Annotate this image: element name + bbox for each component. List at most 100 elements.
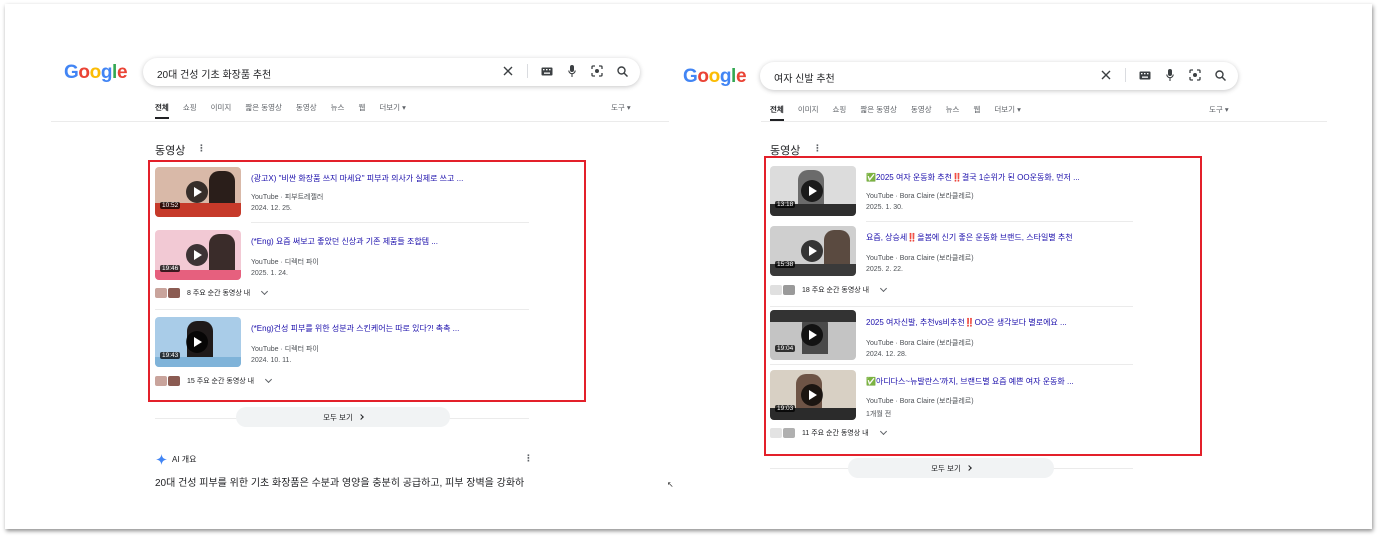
video-thumbnail[interactable]: 10:52 — [155, 167, 241, 217]
video-date: 2025. 1. 30. — [866, 204, 903, 211]
tab-more-label: 더보기 — [379, 103, 401, 112]
lens-icon[interactable] — [591, 64, 603, 78]
video-title[interactable]: (*Eng) 요즘 써보고 좋았던 신상과 기존 제품들 조합템 ... — [251, 236, 438, 247]
tabs-divider — [761, 121, 1327, 122]
chevron-down-icon — [261, 287, 269, 296]
key-moments-toggle[interactable]: 8 주요 순간 동영상 내 — [155, 287, 269, 298]
search-box[interactable]: 20대 건성 기초 화장품 추천 — [143, 58, 640, 86]
tab-short-videos[interactable]: 짧은 동영상 — [245, 102, 282, 119]
microphone-icon[interactable] — [1164, 68, 1176, 82]
clear-icon[interactable] — [1100, 68, 1112, 82]
tab-videos[interactable]: 동영상 — [296, 102, 317, 119]
video-thumbnail[interactable]: 19:46 — [155, 230, 241, 280]
video-title[interactable]: (광고X) "비싼 화장품 쓰지 마세요" 피부과 의사가 실제로 쓰고 ... — [251, 173, 463, 184]
divider — [527, 64, 528, 78]
tab-all[interactable]: 전체 — [770, 104, 784, 121]
keyboard-icon[interactable] — [541, 64, 553, 78]
video-duration: 10:52 — [160, 202, 181, 209]
tools-menu[interactable]: 도구 ▾ — [611, 102, 631, 113]
key-moments-label: 11 주요 순간 동영상 내 — [802, 430, 869, 437]
video-source: YouTube · Bora Claire (보라클레르) — [866, 255, 974, 262]
view-all-button[interactable]: 모두 보기 — [848, 458, 1054, 478]
play-icon — [801, 240, 823, 262]
search-query[interactable]: 여자 신발 추천 — [774, 70, 835, 85]
view-all-button[interactable]: 모두 보기 — [236, 407, 450, 427]
video-title[interactable]: ✅아디다스~뉴발란스'까지, 브랜드별 요즘 예쁜 여자 운동화 ... — [866, 376, 1074, 387]
sparkle-icon — [155, 452, 167, 466]
search-tabs: 전체 쇼핑 이미지 짧은 동영상 동영상 뉴스 웹 더보기 ▾ — [155, 102, 406, 119]
tabs-divider — [51, 121, 669, 122]
key-moments-toggle[interactable]: 18 주요 순간 동영상 내 — [770, 284, 888, 295]
search-icon[interactable] — [1214, 68, 1226, 82]
tools-label: 도구 — [1209, 105, 1223, 114]
key-moments-label: 15 주요 순간 동영상 내 — [187, 378, 255, 385]
search-icon[interactable] — [616, 64, 628, 78]
clear-icon[interactable] — [502, 64, 514, 78]
video-source: YouTube · Bora Claire (보라클레르) — [866, 398, 974, 405]
keyboard-icon[interactable] — [1139, 68, 1151, 82]
play-icon — [801, 180, 823, 202]
ai-more-options-icon[interactable]: ⋮ — [524, 453, 533, 464]
tab-all[interactable]: 전체 — [155, 102, 169, 119]
video-title[interactable]: 2025 여자신발, 추천vs비추천‼️OO은 생각보다 별로에요 ... — [866, 317, 1067, 328]
chevron-down-icon — [879, 427, 887, 436]
video-source: YouTube · 디렉터 파이 — [251, 346, 319, 353]
ai-overview-label: AI 개요 — [172, 454, 197, 464]
key-moments-toggle[interactable]: 15 주요 순간 동영상 내 — [155, 375, 273, 386]
tools-label: 도구 — [611, 103, 625, 112]
video-thumbnail[interactable]: 19:03 — [770, 370, 856, 420]
left-search-pane: Google 20대 건성 기초 화장품 추천 전체 쇼핑 이미지 짧은 동영상… — [5, 4, 674, 529]
tab-more[interactable]: 더보기 ▾ — [379, 102, 406, 119]
play-icon — [801, 324, 823, 346]
tab-shopping[interactable]: 쇼핑 — [183, 102, 197, 119]
key-moments-toggle[interactable]: 11 주요 순간 동영상 내 — [770, 427, 887, 438]
result-divider — [155, 309, 529, 310]
google-logo[interactable]: Google — [64, 62, 128, 84]
tab-images[interactable]: 이미지 — [798, 104, 819, 121]
tab-shopping[interactable]: 쇼핑 — [833, 104, 847, 121]
tab-news[interactable]: 뉴스 — [946, 104, 960, 121]
play-icon — [801, 384, 823, 406]
video-title[interactable]: (*Eng)건성 피부를 위한 성분과 스킨케어는 따로 있다?! 촉촉 ... — [251, 323, 459, 334]
video-source: YouTube · Bora Claire (보라클레르) — [866, 340, 974, 347]
key-moments-label: 18 주요 순간 동영상 내 — [802, 287, 870, 294]
video-title[interactable]: ✅2025 여자 운동화 추천‼️결국 1순위가 된 OO운동화, 먼저 ... — [866, 172, 1080, 183]
video-duration: 19:43 — [160, 352, 181, 359]
chevron-down-icon — [265, 375, 273, 384]
video-source: YouTube · 디렉터 파이 — [251, 259, 319, 266]
tab-images[interactable]: 이미지 — [211, 102, 232, 119]
video-source: YouTube · Bora Claire (보라클레르) — [866, 193, 974, 200]
view-all-label: 모두 보기 — [931, 463, 961, 473]
ai-overview-text: 20대 건성 피부를 위한 기초 화장품은 수분과 영양을 충분히 공급하고, … — [155, 478, 525, 489]
more-options-icon[interactable]: ⋮ — [813, 143, 822, 154]
microphone-icon[interactable] — [566, 64, 578, 78]
more-options-icon[interactable]: ⋮ — [197, 143, 206, 154]
search-query[interactable]: 20대 건성 기초 화장품 추천 — [157, 66, 271, 81]
video-date: 2024. 12. 28. — [866, 351, 907, 358]
google-logo[interactable]: Google — [683, 66, 747, 88]
video-date: 2024. 10. 11. — [251, 357, 292, 364]
screenshot-frame: Google 20대 건성 기초 화장품 추천 전체 쇼핑 이미지 짧은 동영상… — [5, 4, 1372, 529]
search-tabs: 전체 이미지 쇼핑 짧은 동영상 동영상 뉴스 웹 더보기 ▾ — [770, 104, 1021, 121]
video-duration: 19:04 — [775, 345, 796, 352]
video-duration: 15:38 — [775, 261, 796, 268]
tools-menu[interactable]: 도구 ▾ — [1209, 104, 1229, 115]
tab-more[interactable]: 더보기 ▾ — [994, 104, 1021, 121]
video-thumbnail[interactable]: 15:38 — [770, 226, 856, 276]
video-thumbnail[interactable]: 19:43 — [155, 317, 241, 367]
play-icon — [186, 181, 208, 203]
lens-icon[interactable] — [1189, 68, 1201, 82]
result-divider — [251, 222, 529, 223]
tab-videos[interactable]: 동영상 — [911, 104, 932, 121]
video-thumbnail[interactable]: 13:18 — [770, 166, 856, 216]
chevron-down-icon — [880, 284, 888, 293]
search-box[interactable]: 여자 신발 추천 — [760, 62, 1238, 90]
video-title[interactable]: 요즘, 상승세‼️올봄에 신기 좋은 운동화 브랜드, 스타일별 추천 — [866, 232, 1073, 243]
tab-news[interactable]: 뉴스 — [331, 102, 345, 119]
tab-short-videos[interactable]: 짧은 동영상 — [860, 104, 897, 121]
moment-thumbnails — [770, 428, 796, 438]
video-thumbnail[interactable]: 19:04 — [770, 310, 856, 360]
tab-web[interactable]: 웹 — [358, 102, 365, 119]
tab-web[interactable]: 웹 — [973, 104, 980, 121]
chevron-right-icon — [358, 414, 364, 420]
